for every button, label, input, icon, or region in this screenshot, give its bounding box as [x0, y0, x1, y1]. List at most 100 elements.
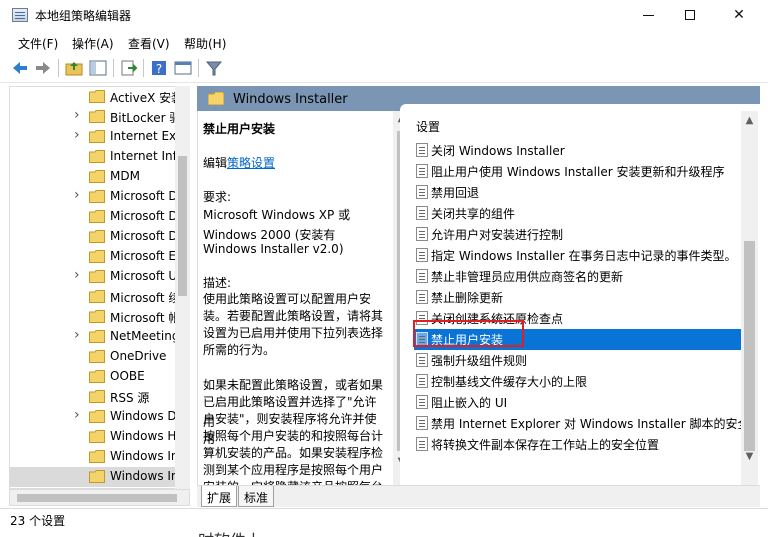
filter-button[interactable]: [204, 58, 224, 78]
tree-item[interactable]: › Windows D: [10, 407, 180, 427]
policy-setting-row[interactable]: 禁用 Internet Explorer 对 Windows Installer…: [414, 413, 741, 434]
policy-setting-row[interactable]: 阻止用户使用 Windows Installer 安装更新和升级程序: [414, 161, 741, 182]
policy-setting-icon: [416, 437, 428, 451]
tree-item[interactable]: OneDrive: [10, 347, 180, 367]
forward-arrow-icon: [36, 62, 50, 74]
expand-chevron-icon[interactable]: ›: [74, 327, 80, 343]
policy-setting-row[interactable]: 禁止删除更新: [414, 287, 741, 308]
tree-item[interactable]: Microsoft 续: [10, 287, 180, 307]
tree-scroll-thumb[interactable]: [178, 156, 187, 296]
console-tree-icon: [89, 60, 107, 76]
menu-file[interactable]: 文件(F): [18, 35, 58, 52]
policy-setting-icon: [416, 227, 428, 241]
up-one-level-button[interactable]: [64, 58, 84, 78]
show-hide-tree-button[interactable]: [88, 58, 108, 78]
tree-vertical-scrollbar[interactable]: [175, 86, 190, 489]
policy-setting-row[interactable]: 关闭共享的组件: [414, 203, 741, 224]
help-icon: ?: [152, 61, 166, 76]
folder-icon: [89, 150, 105, 163]
tree-item[interactable]: Microsoft E: [10, 247, 180, 267]
policy-settings-link[interactable]: 策略设置: [227, 156, 275, 170]
policy-setting-row[interactable]: 将转换文件副本保存在工作站上的安全位置: [414, 434, 741, 455]
background-text-fragment: 时软件上。: [198, 527, 278, 537]
tree-item-label: Microsoft E: [110, 249, 177, 263]
tree-item[interactable]: ActiveX 安装: [10, 87, 183, 107]
console-tree[interactable]: ActiveX 安装 › BitLocker 驱 › Internet Exp Inter…: [9, 86, 189, 489]
policy-setting-row[interactable]: 强制升级组件规则: [414, 350, 741, 371]
tree-item[interactable]: › Internet Exp: [10, 127, 184, 147]
close-icon: ✕: [733, 7, 745, 23]
folder-icon: [208, 92, 224, 105]
tree-item[interactable]: Windows In: [10, 447, 180, 467]
folder-icon: [89, 470, 105, 483]
tree-item[interactable]: RSS 源: [10, 387, 180, 407]
maximize-button[interactable]: [669, 0, 715, 31]
expand-chevron-icon[interactable]: ›: [74, 107, 80, 123]
policy-setting-row[interactable]: 禁用回退: [414, 182, 741, 203]
menu-help[interactable]: 帮助(H): [184, 35, 226, 52]
tree-item[interactable]: Microsoft 帐: [10, 307, 180, 327]
settings-scrollbar[interactable]: ▲ ▼: [741, 111, 758, 485]
settings-list: 设置 关闭 Windows Installer 阻止用户使用 Windows In…: [400, 104, 760, 485]
tree-horizontal-scrollbar[interactable]: [9, 489, 190, 506]
forward-button[interactable]: [33, 58, 53, 78]
toolbar-separator: [143, 59, 144, 77]
maximize-icon: [685, 10, 695, 20]
tree-item-label: Microsoft D: [110, 189, 178, 203]
tree-item[interactable]: › NetMeeting: [10, 327, 180, 347]
scroll-down-arrow-icon[interactable]: ▼: [741, 451, 758, 462]
settings-scroll-thumb[interactable]: [744, 241, 755, 451]
tree-item-label: Windows In: [110, 449, 179, 463]
policy-setting-row[interactable]: 阻止嵌入的 UI: [414, 392, 741, 413]
policy-setting-name: 指定 Windows Installer 在事务日志中记录的事件类型。: [431, 249, 737, 263]
tree-item[interactable]: › BitLocker 驱: [10, 107, 181, 127]
policy-setting-icon: [416, 416, 428, 430]
tree-item[interactable]: Windows Ir: [10, 467, 180, 487]
highlight-outline: [413, 320, 524, 347]
menu-action[interactable]: 操作(A): [72, 35, 114, 52]
policy-setting-row[interactable]: 允许用户对安装进行控制: [414, 224, 741, 245]
tree-hscroll-thumb[interactable]: [17, 494, 177, 502]
tree-item[interactable]: OOBE: [10, 367, 180, 387]
folder-icon: [89, 130, 105, 143]
tab-standard[interactable]: 标准: [238, 486, 275, 507]
title-bar: 本地组策略编辑器 ✕: [0, 0, 768, 31]
tree-item[interactable]: Windows H: [10, 427, 180, 447]
tree-item[interactable]: › Microsoft U: [10, 267, 180, 287]
policy-setting-name: 允许用户对安装进行控制: [431, 228, 564, 242]
policy-setting-name: 阻止嵌入的 UI: [431, 396, 508, 410]
tab-extended[interactable]: 扩展: [201, 486, 238, 507]
view-tabs: 扩展 标准: [197, 485, 760, 507]
tree-item-label: MDM: [110, 169, 140, 183]
filter-icon: [205, 61, 223, 76]
requirements-line: Windows Installer v2.0): [203, 242, 344, 256]
scroll-up-arrow-icon[interactable]: ▲: [741, 115, 758, 126]
close-button[interactable]: ✕: [716, 0, 762, 31]
expand-chevron-icon[interactable]: ›: [74, 407, 80, 423]
folder-icon: [89, 370, 105, 383]
properties-button[interactable]: [173, 58, 193, 78]
policy-setting-row[interactable]: 指定 Windows Installer 在事务日志中记录的事件类型。: [414, 245, 741, 266]
policy-setting-name: 禁用回退: [431, 186, 480, 200]
policy-setting-icon: [416, 269, 428, 283]
policy-setting-row[interactable]: 禁止非管理员应用供应商签名的更新: [414, 266, 741, 287]
tree-item[interactable]: MDM: [10, 167, 180, 187]
folder-icon: [89, 250, 105, 263]
back-button[interactable]: [10, 58, 30, 78]
export-list-button[interactable]: [119, 58, 139, 78]
expand-chevron-icon[interactable]: ›: [74, 187, 80, 203]
policy-setting-row[interactable]: 控制基线文件缓存大小的上限: [414, 371, 741, 392]
expand-chevron-icon[interactable]: ›: [74, 127, 80, 143]
tree-item[interactable]: › Microsoft D: [10, 187, 180, 207]
settings-column-header[interactable]: 设置: [416, 118, 440, 135]
menu-view[interactable]: 查看(V): [128, 35, 170, 52]
minimize-button[interactable]: [627, 0, 673, 31]
help-button[interactable]: ?: [149, 58, 169, 78]
policy-setting-row[interactable]: 关闭 Windows Installer: [414, 140, 741, 161]
status-bar: 23 个设置 时软件上。: [0, 508, 768, 537]
expand-chevron-icon[interactable]: ›: [74, 267, 80, 283]
policy-heading: 禁止用户安装: [203, 122, 276, 136]
tree-item[interactable]: Microsoft D: [10, 227, 180, 247]
tree-item[interactable]: Microsoft D: [10, 207, 180, 227]
tree-item[interactable]: Internet Inf: [10, 147, 180, 167]
